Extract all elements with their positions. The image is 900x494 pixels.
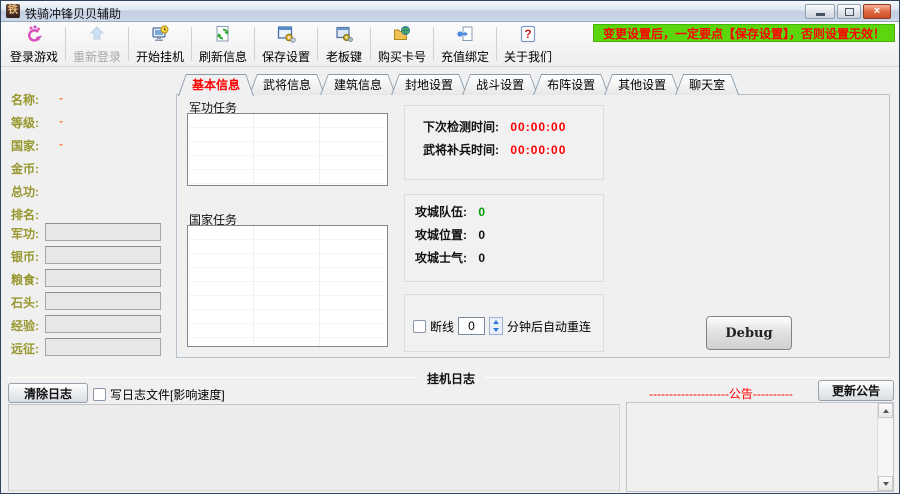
refresh-info-button[interactable]: 刷新信息 (194, 22, 252, 66)
svg-text:?: ? (524, 27, 531, 41)
announcement-panel (626, 402, 894, 492)
siege-position-row: 攻城位置: 0 (415, 228, 486, 242)
buy-card-icon (392, 24, 412, 47)
relogin-icon (87, 24, 107, 47)
toolbar: 登录游戏 重新登录 开始挂机 刷新信息 保存设置 老板键 购买卡号 充值绑定 ?… (1, 22, 899, 67)
next-check-value: 00:00:00 (510, 120, 567, 134)
scroll-up-icon (882, 406, 889, 413)
spinner-down-button[interactable] (490, 326, 502, 334)
toolbar-separator (317, 27, 318, 61)
buy-card-button[interactable]: 购买卡号 (373, 22, 431, 66)
minimize-button[interactable] (805, 4, 835, 19)
tab-basic-info[interactable]: 基本信息 (178, 74, 254, 95)
spinner-up-button[interactable] (490, 318, 502, 326)
start-hangup-icon (150, 24, 170, 47)
reconnect-row: 断线 分钟后自动重连 (413, 317, 591, 335)
merit-tasks-list[interactable] (187, 113, 388, 186)
tab-formation-settings[interactable]: 布阵设置 (533, 74, 609, 95)
reconnect-label: 断线 (430, 319, 455, 334)
write-log-label: 写日志文件[影响速度] (110, 388, 225, 402)
write-log-row: 写日志文件[影响速度] (93, 386, 225, 403)
reinforce-time-value: 00:00:00 (510, 143, 567, 157)
refresh-info-icon (213, 24, 233, 47)
reconnect-spinner (489, 317, 504, 335)
reconnect-minutes-input[interactable] (458, 317, 486, 335)
tab-battle-settings[interactable]: 战斗设置 (462, 74, 538, 95)
reconnect-checkbox[interactable] (413, 319, 426, 333)
tab-other-settings[interactable]: 其他设置 (604, 74, 680, 95)
tab-chat-room[interactable]: 聊天室 (675, 74, 739, 95)
tab-fief-settings[interactable]: 封地设置 (391, 74, 467, 95)
debug-button[interactable]: Debug (706, 316, 792, 350)
reconnect-suffix: 分钟后自动重连 (507, 319, 592, 334)
update-announcement-button[interactable]: 更新公告 (818, 380, 894, 401)
tab-bar: 基本信息 武将信息 建筑信息 封地设置 战斗设置 布阵设置 其他设置 聊天室 (178, 74, 734, 95)
country-tasks-list[interactable] (187, 225, 388, 347)
about-us-icon: ? (518, 24, 538, 47)
stone-field[interactable] (45, 292, 161, 310)
scroll-up-button[interactable] (878, 403, 893, 418)
login-game-button[interactable]: 登录游戏 (5, 22, 63, 66)
tab-building-info[interactable]: 建筑信息 (320, 74, 396, 95)
tab-generals-info[interactable]: 武将信息 (249, 74, 325, 95)
merit-field[interactable] (45, 223, 161, 241)
expedition-field[interactable] (45, 338, 161, 356)
silver-field[interactable] (45, 246, 161, 264)
login-game-icon (24, 24, 44, 47)
timer-group: 下次检测时间: 00:00:00 武将补兵时间: 00:00:00 (404, 105, 604, 180)
settings-warning-banner: 变更设置后，一定要点【保存设置】，否则设置无效！ (592, 24, 895, 42)
siege-group: 攻城队伍: 0 攻城位置: 0 攻城士气: 0 (404, 194, 604, 282)
window-title: 铁骑冲锋贝贝辅助 (25, 7, 122, 21)
toolbar-separator (65, 27, 66, 61)
toolbar-separator (496, 27, 497, 61)
scroll-down-button[interactable] (878, 476, 893, 491)
boss-key-icon (334, 24, 354, 47)
title-bar: 铁 铁骑冲锋贝贝辅助 × (1, 1, 899, 22)
clear-log-button[interactable]: 清除日志 (8, 383, 88, 403)
scroll-down-icon (882, 481, 889, 489)
basic-info-panel: 军功任务 国家任务 下次检测时间: 00:00:00 武将补兵时间: 00:00… (176, 94, 890, 358)
maximize-button[interactable] (837, 4, 861, 19)
toolbar-separator (370, 27, 371, 61)
siege-team-row: 攻城队伍: 0 (415, 205, 486, 219)
toolbar-separator (191, 27, 192, 61)
about-us-button[interactable]: ? 关于我们 (499, 22, 557, 66)
exp-field[interactable] (45, 315, 161, 333)
close-icon: × (873, 5, 881, 17)
next-check-row: 下次检测时间: 00:00:00 (423, 120, 567, 134)
relogin-button[interactable]: 重新登录 (68, 22, 126, 66)
start-hangup-button[interactable]: 开始挂机 (131, 22, 189, 66)
recharge-bind-icon (455, 24, 475, 47)
siege-position-value: 0 (478, 228, 486, 242)
boss-key-button[interactable]: 老板键 (320, 22, 368, 66)
toolbar-separator (433, 27, 434, 61)
hangup-log-title: 挂机日志 (418, 370, 484, 387)
reconnect-group: 断线 分钟后自动重连 (404, 294, 604, 352)
app-window: 铁 铁骑冲锋贝贝辅助 × 登录游戏 重新登录 开始挂机 刷新信息 保存设置 老板… (0, 0, 900, 494)
announcement-scrollbar[interactable] (877, 403, 893, 491)
write-log-checkbox[interactable] (93, 388, 106, 401)
toolbar-separator (254, 27, 255, 61)
siege-morale-value: 0 (478, 251, 486, 265)
toolbar-separator (128, 27, 129, 61)
maximize-icon (844, 7, 854, 16)
arrow-up-icon (493, 317, 500, 324)
food-field[interactable] (45, 269, 161, 287)
siege-team-value: 0 (478, 205, 486, 219)
hangup-log-panel (8, 404, 620, 491)
siege-morale-row: 攻城士气: 0 (415, 251, 486, 265)
minimize-icon (815, 13, 825, 16)
recharge-bind-button[interactable]: 充值绑定 (436, 22, 494, 66)
close-button[interactable]: × (863, 4, 891, 19)
app-icon: 铁 (6, 4, 20, 18)
save-settings-icon (276, 24, 296, 47)
save-settings-button[interactable]: 保存设置 (257, 22, 315, 66)
reinforce-time-row: 武将补兵时间: 00:00:00 (423, 143, 567, 157)
arrow-down-icon (493, 328, 500, 335)
